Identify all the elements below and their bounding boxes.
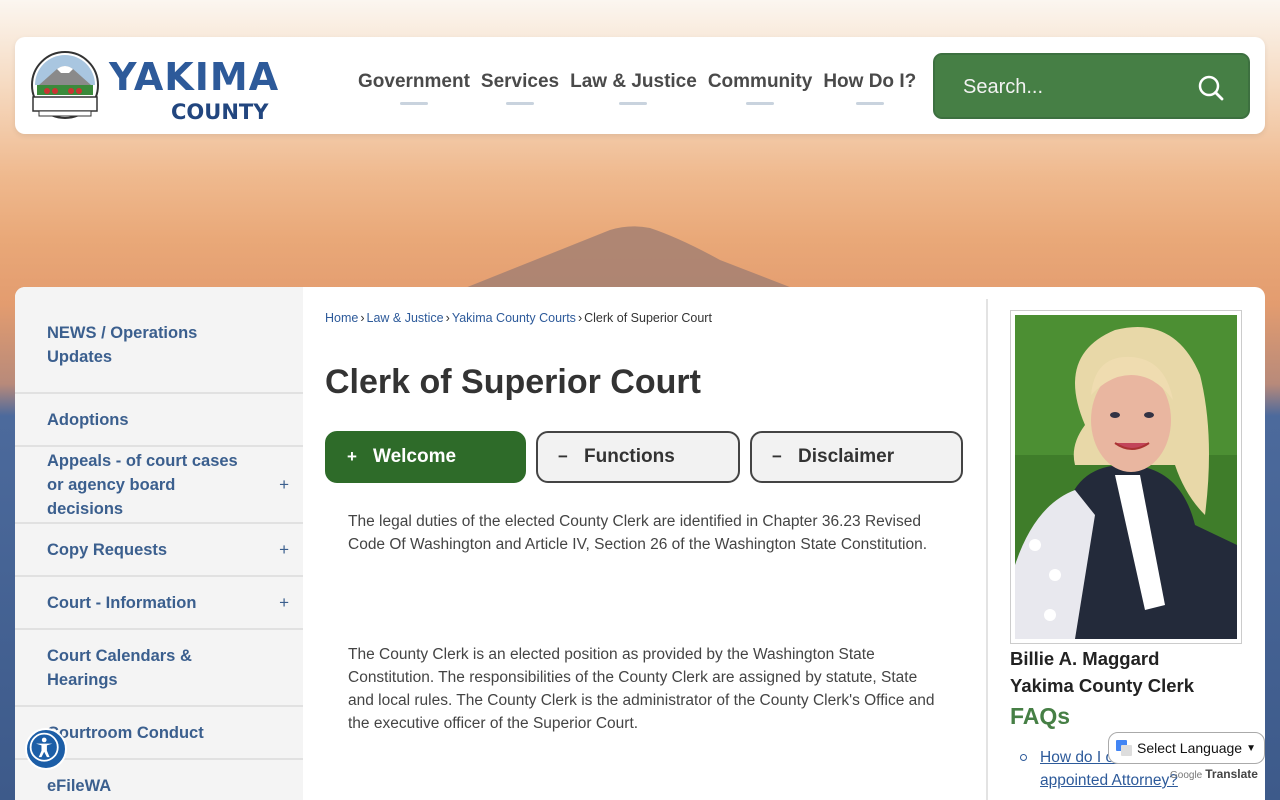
- breadcrumb-courts[interactable]: Yakima County Courts: [452, 311, 576, 325]
- breadcrumb: Home › Law & Justice › Yakima County Courts ›…: [325, 311, 712, 325]
- tab-functions[interactable]: − Functions: [536, 431, 740, 483]
- chevron-down-icon: ▼: [1246, 743, 1256, 754]
- sidebar-item-label: Copy Requests: [47, 540, 168, 559]
- clerk-photo: [1015, 315, 1237, 639]
- google-translate-widget: Select Language ▼: [1108, 732, 1265, 766]
- tab-toggle-icon: −: [558, 447, 568, 466]
- column-divider: [986, 299, 988, 800]
- sidebar-item-adoptions[interactable]: Adoptions: [15, 394, 303, 447]
- breadcrumb-current: Clerk of Superior Court: [584, 311, 712, 325]
- breadcrumb-separator: ›: [360, 311, 365, 325]
- page-content: Home › Law & Justice › Yakima County Courts ›…: [325, 287, 975, 800]
- sidebar-item-court-calendars[interactable]: Court Calendars & Hearings: [15, 630, 303, 707]
- translate-label[interactable]: Translate: [1205, 767, 1258, 781]
- expand-icon[interactable]: +: [279, 538, 289, 562]
- nav-services[interactable]: Services: [481, 71, 559, 105]
- logo-subtitle: COUNTY: [171, 100, 269, 124]
- tab-toggle-icon: −: [772, 447, 782, 466]
- sidebar-item-appeals[interactable]: Appeals - of court cases or agency board…: [15, 447, 303, 524]
- nav-community[interactable]: Community: [708, 71, 812, 105]
- sidebar-item-copy-requests[interactable]: Copy Requests +: [15, 524, 303, 577]
- breadcrumb-home[interactable]: Home: [325, 311, 358, 325]
- sidebar-item-label: eFileWA: [47, 776, 112, 795]
- expand-icon[interactable]: +: [279, 591, 289, 615]
- tab-label: Disclaimer: [798, 446, 895, 467]
- clerk-photo-frame: [1010, 310, 1242, 644]
- sidebar-item-label: Adoptions: [47, 410, 129, 429]
- sidebar-nav: NEWS / Operations Updates Adoptions Appe…: [15, 287, 303, 800]
- sidebar-item-label: Courtroom Conduct: [47, 723, 204, 742]
- sidebar-item-label: Court - Information: [47, 593, 197, 612]
- language-select-label: Select Language: [1137, 740, 1243, 756]
- breadcrumb-law-justice[interactable]: Law & Justice: [367, 311, 444, 325]
- breadcrumb-separator: ›: [577, 311, 583, 325]
- sidebar-item-news[interactable]: NEWS / Operations Updates: [15, 287, 303, 394]
- nav-government[interactable]: Government: [358, 71, 470, 105]
- tab-label: Welcome: [373, 446, 457, 467]
- welcome-paragraph-1: The legal duties of the elected County C…: [348, 513, 928, 553]
- tab-label: Functions: [584, 446, 675, 467]
- tab-disclaimer[interactable]: − Disclaimer: [750, 431, 963, 483]
- search-box: [933, 53, 1250, 119]
- nav-how-do-i[interactable]: How Do I?: [823, 71, 916, 105]
- nav-law-justice[interactable]: Law & Justice: [570, 71, 697, 105]
- accessibility-button[interactable]: [25, 728, 67, 770]
- breadcrumb-separator: ›: [445, 311, 450, 325]
- sidebar-item-label: Appeals - of court cases or agency board…: [47, 451, 238, 518]
- tab-toggle-icon: +: [347, 447, 357, 466]
- clerk-title: Yakima County Clerk: [1010, 675, 1195, 696]
- site-logo[interactable]: YAKIMA COUNTY: [29, 51, 339, 124]
- faqs-heading: FAQs: [1010, 703, 1071, 729]
- site-header: YAKIMA COUNTY Government Services Law & …: [15, 37, 1265, 134]
- expand-icon[interactable]: +: [279, 473, 289, 497]
- clerk-name: Billie A. Maggard: [1010, 648, 1160, 669]
- bullet-icon: [1020, 754, 1027, 761]
- logo-wordmark: YAKIMA: [109, 55, 280, 99]
- sidebar-item-court-information[interactable]: Court - Information +: [15, 577, 303, 630]
- search-icon[interactable]: [1197, 74, 1225, 102]
- page-title: Clerk of Superior Court: [325, 363, 701, 401]
- powered-by-google: Google Translate: [1170, 767, 1258, 781]
- main-content-card: NEWS / Operations Updates Adoptions Appe…: [15, 287, 1265, 800]
- tab-welcome[interactable]: + Welcome: [325, 431, 526, 483]
- language-select[interactable]: Select Language ▼: [1108, 732, 1265, 764]
- county-seal-icon: [31, 51, 99, 119]
- google-wordmark: Google: [1170, 770, 1203, 781]
- accessibility-icon: [29, 732, 59, 762]
- main-nav: Government Services Law & Justice Commun…: [358, 71, 927, 105]
- search-input[interactable]: [963, 73, 1183, 101]
- sidebar-item-label: NEWS / Operations Updates: [47, 323, 198, 366]
- google-translate-icon: [1116, 740, 1132, 756]
- sidebar-item-label: Court Calendars & Hearings: [47, 646, 192, 689]
- welcome-paragraph-2: The County Clerk is an elected position …: [348, 646, 935, 732]
